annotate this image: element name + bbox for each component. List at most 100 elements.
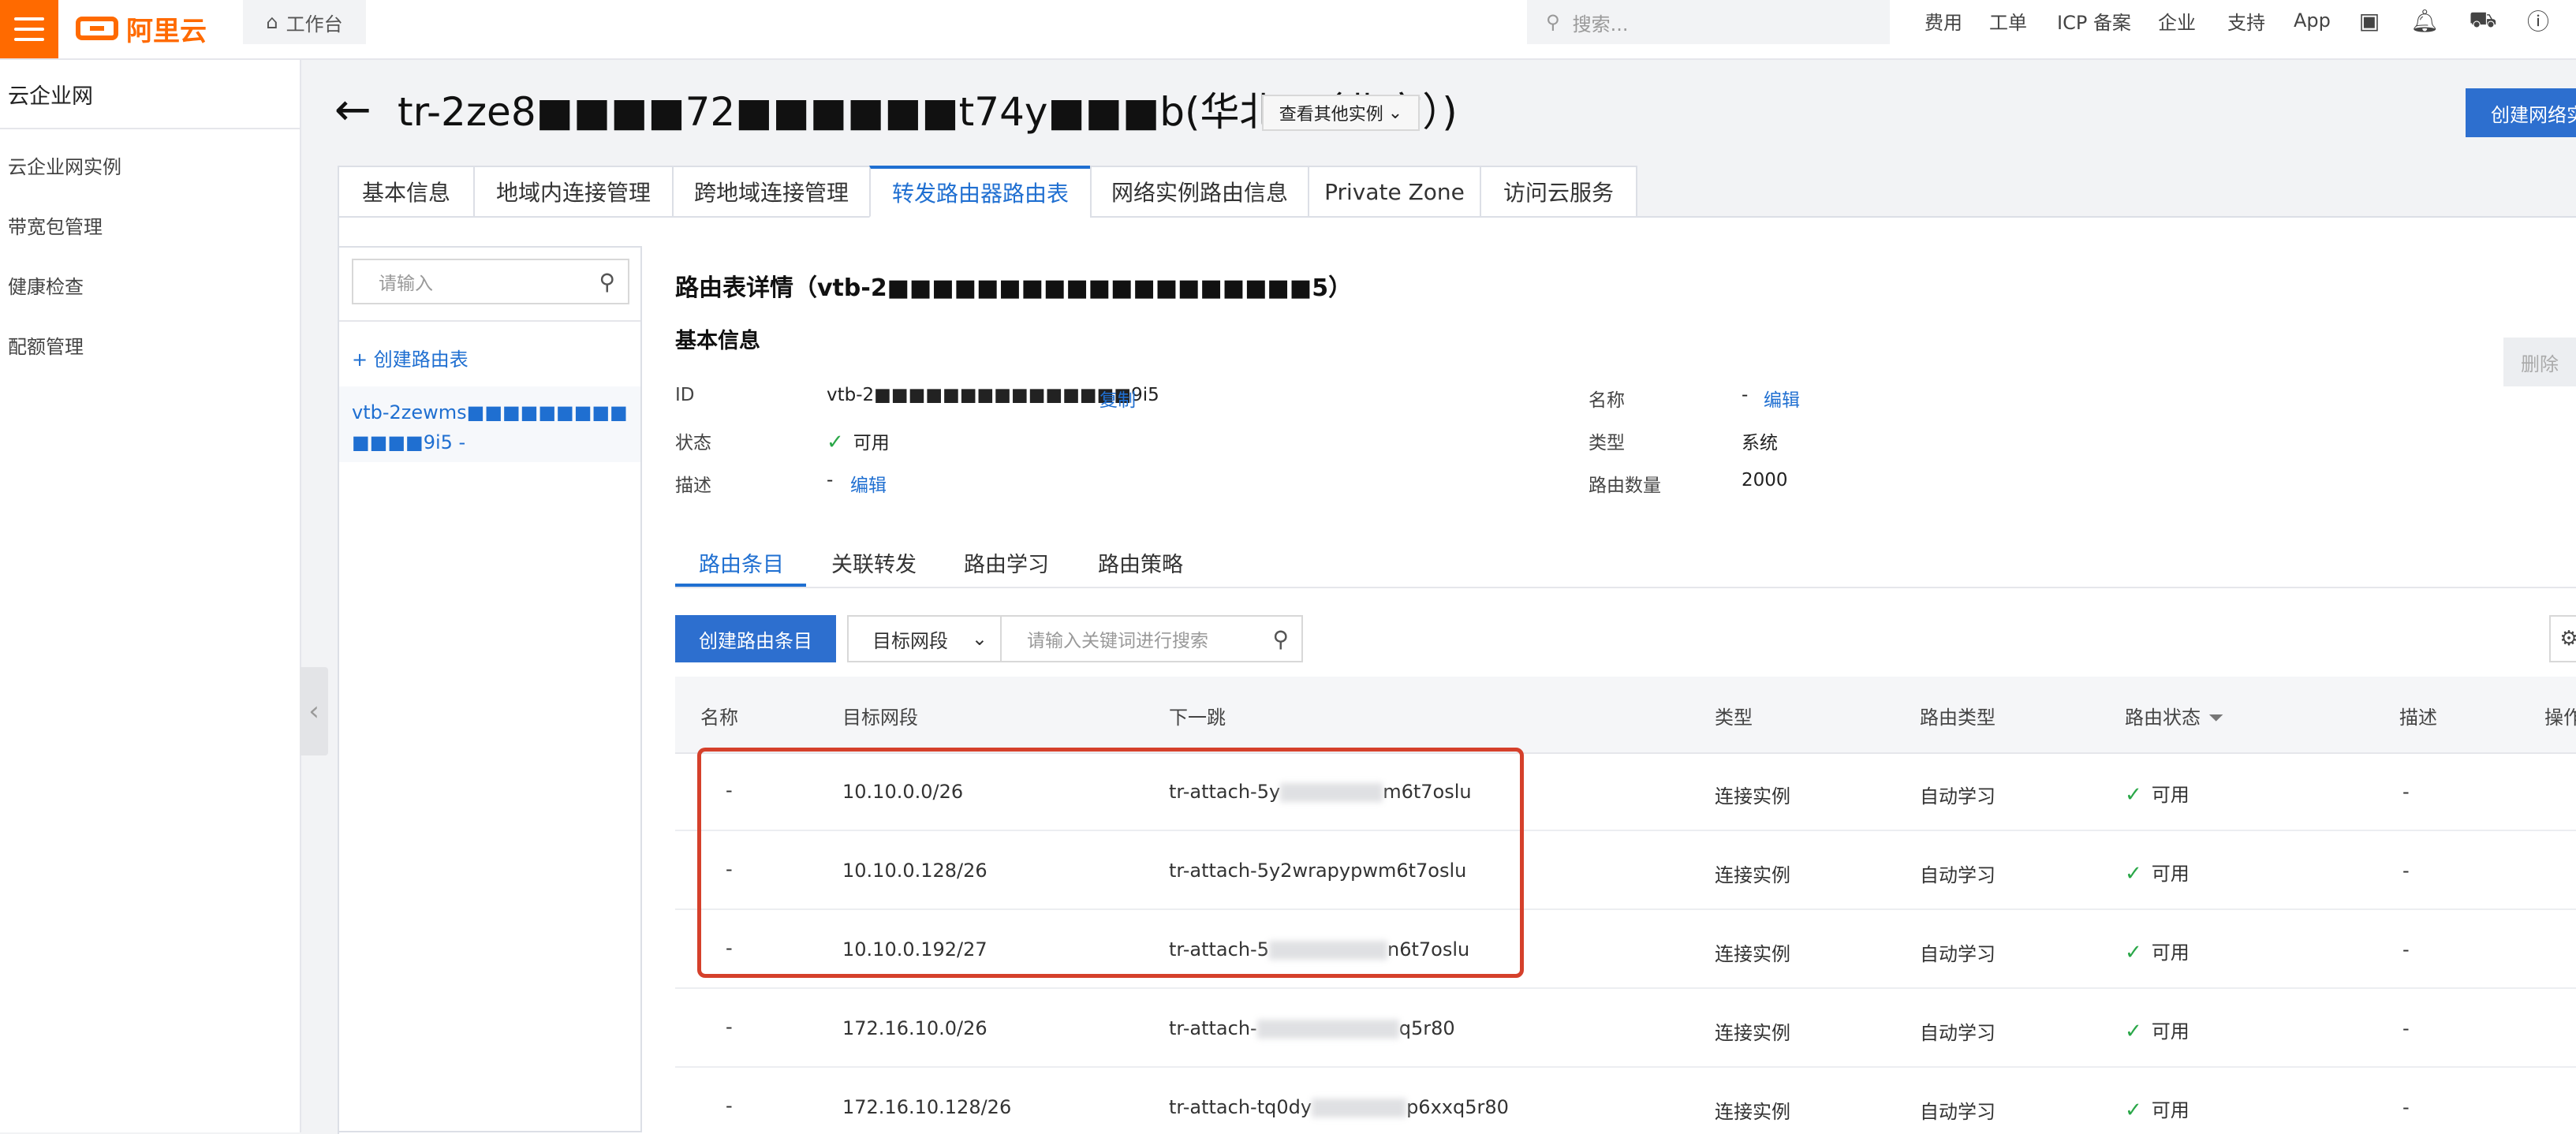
tab-cross-region[interactable]: 跨地域连接管理 [672, 166, 869, 218]
tab-basic-info[interactable]: 基本信息 [338, 166, 473, 218]
help-icon[interactable]: ⓘ [2522, 5, 2554, 36]
check-icon: ✓ [2125, 862, 2142, 886]
other-instances-label: 查看其他实例 [1279, 105, 1383, 125]
cart-icon[interactable]: ⛟ [2467, 5, 2499, 36]
search-icon[interactable]: ⚲ [1272, 626, 1289, 652]
name-label: 名称 [1589, 390, 1625, 411]
check-icon: ✓ [2125, 1099, 2142, 1122]
plus-icon: + [352, 349, 374, 371]
other-instances-dropdown[interactable]: 查看其他实例 ⌄ [1262, 95, 1420, 131]
tab-bar: 基本信息 地域内连接管理 跨地域连接管理 转发路由器路由表 网络实例路由信息 P… [338, 166, 1637, 218]
next-hop-suffix: p6xxq5r80 [1406, 1096, 1509, 1118]
status-text: 可用 [2151, 863, 2190, 885]
cell-name: - [726, 1016, 733, 1038]
status-label: 状态 [675, 433, 711, 453]
create-route-table-link[interactable]: + 创建路由表 [352, 344, 469, 371]
nav-billing[interactable]: 费用 [1925, 0, 1962, 41]
col-cidr: 目标网段 [842, 707, 918, 729]
route-table-search-input[interactable]: 请输入 ⚲ [352, 259, 629, 304]
cell-desc: - [2402, 938, 2410, 961]
col-status[interactable]: 路由状态 ⏷ [2125, 702, 2223, 729]
back-arrow-icon[interactable]: ← [334, 87, 371, 134]
check-icon: ✓ [2125, 941, 2142, 964]
subtab-propagation[interactable]: 路由学习 [964, 547, 1049, 578]
search-icon: ⚲ [1546, 11, 1560, 33]
delete-button[interactable]: 删除 [2503, 338, 2576, 386]
cell-route-type: 自动学习 [1920, 943, 1995, 965]
filter-icon[interactable]: ⏷ [2208, 707, 2223, 729]
create-network-button[interactable]: 创建网络实 [2466, 88, 2576, 137]
nav-app[interactable]: App [2294, 0, 2331, 41]
tab-instance-routes[interactable]: 网络实例路由信息 [1090, 166, 1308, 218]
edit-desc-link[interactable]: 编辑 [850, 470, 887, 497]
keyword-search-input[interactable]: 请输入关键词进行搜索 ⚲ [1000, 615, 1303, 662]
check-icon: ✓ [2125, 783, 2142, 807]
tab-cloud-service[interactable]: 访问云服务 [1480, 166, 1637, 218]
cell-next-hop[interactable]: tr-attach-q5r80 [1169, 1017, 1455, 1039]
nav-tickets[interactable]: 工单 [1989, 0, 2027, 41]
basic-info-heading: 基本信息 [675, 329, 760, 353]
next-hop-suffix: q5r80 [1398, 1017, 1455, 1039]
id-label: ID [675, 385, 695, 405]
divider [339, 320, 640, 322]
subtab-route-policy[interactable]: 路由策略 [1098, 547, 1183, 578]
col-route-type: 路由类型 [1920, 707, 1995, 729]
status-text: 可用 [2151, 784, 2190, 806]
chevron-down-icon: ⌄ [971, 628, 987, 650]
cell-status: ✓ 可用 [2125, 1016, 2190, 1043]
cell-type: 连接实例 [1715, 1101, 1790, 1123]
terminal-icon[interactable]: ▣ [2354, 5, 2385, 36]
search-icon[interactable]: ⚲ [599, 269, 615, 295]
redacted-block [1312, 1099, 1407, 1117]
col-desc: 描述 [2399, 707, 2437, 729]
cell-next-hop[interactable]: tr-attach-tq0dy p6xxq5r80 [1169, 1096, 1509, 1118]
col-name: 名称 [700, 707, 738, 729]
status-text: 可用 [2151, 942, 2190, 964]
tab-intra-region[interactable]: 地域内连接管理 [473, 166, 672, 218]
status-text: 可用 [853, 433, 890, 453]
workbench-label: 工作台 [286, 13, 343, 35]
aliyun-logo[interactable]: 阿里云 [76, 8, 207, 49]
status-value: ✓ 可用 [827, 427, 890, 454]
desc-value: - [827, 470, 834, 491]
collapse-sidebar-handle[interactable]: ‹ [300, 667, 328, 755]
cell-type: 连接实例 [1715, 785, 1790, 808]
workbench-button[interactable]: ⌂ 工作台 [243, 0, 366, 44]
create-route-table-label: 创建路由表 [373, 349, 469, 371]
col-status-label: 路由状态 [2125, 707, 2201, 729]
nav-enterprise[interactable]: 企业 [2158, 0, 2196, 41]
redacted-block [1256, 1020, 1399, 1039]
col-actions: 操作 [2544, 707, 2576, 729]
settings-icon[interactable]: ⚙ [2549, 615, 2576, 662]
tab-route-tables[interactable]: 转发路由器路由表 [869, 166, 1090, 218]
cell-name: - [726, 1095, 733, 1117]
active-subtab-indicator [675, 584, 806, 587]
subtab-route-entries[interactable]: 路由条目 [699, 547, 784, 578]
sidebar-item-health-check[interactable]: 健康检查 [8, 271, 84, 299]
subtab-divider [675, 587, 2576, 588]
highlight-box [697, 748, 1524, 978]
global-search-input[interactable]: ⚲ 搜索... [1527, 0, 1890, 44]
sidebar-item-bandwidth[interactable]: 带宽包管理 [8, 211, 103, 239]
route-table-list [338, 246, 642, 1132]
copy-link[interactable]: 复制 [1099, 385, 1136, 412]
subtab-association[interactable]: 关联转发 [831, 547, 917, 578]
sidebar-item-cen-instances[interactable]: 云企业网实例 [8, 151, 121, 179]
create-route-entry-button[interactable]: 创建路由条目 [675, 615, 836, 662]
type-value: 系统 [1742, 433, 1778, 453]
brand-name: 阿里云 [126, 15, 207, 47]
menu-icon[interactable] [0, 0, 58, 58]
route-table-item[interactable]: vtb-2zewms■■■■■■■■■■■■■9i5 - [352, 397, 628, 457]
cell-type: 连接实例 [1715, 943, 1790, 965]
aliyun-logo-mark [76, 17, 118, 40]
bell-icon[interactable]: 🔔︎ [2409, 5, 2440, 36]
route-count-label: 路由数量 [1589, 476, 1661, 496]
status-text: 可用 [2151, 1020, 2190, 1043]
sidebar-item-quota[interactable]: 配额管理 [8, 331, 84, 359]
tab-private-zone[interactable]: Private Zone [1308, 166, 1480, 218]
nav-icp[interactable]: ICP 备案 [2057, 0, 2131, 41]
edit-name-link[interactable]: 编辑 [1764, 385, 1800, 412]
nav-support[interactable]: 支持 [2227, 0, 2265, 41]
cell-status: ✓ 可用 [2125, 858, 2190, 886]
search-field-select[interactable]: 目标网段 ⌄ [847, 615, 1002, 662]
